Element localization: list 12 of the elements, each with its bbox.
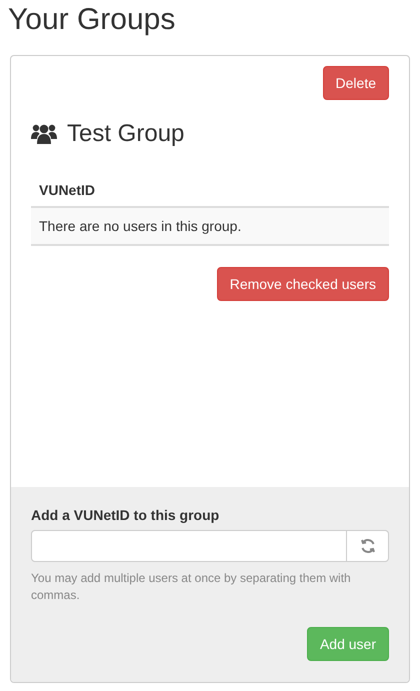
remove-users-button[interactable]: Remove checked users <box>216 267 389 301</box>
refresh-icon <box>360 538 376 554</box>
page-title: Your Groups <box>8 2 176 38</box>
group-name: Test Group <box>67 120 184 148</box>
help-text: You may add multiple users at once by separating them with commas. <box>31 570 352 604</box>
refresh-button[interactable] <box>347 530 389 562</box>
empty-message: There are no users in this group. <box>31 207 389 245</box>
users-icon <box>31 123 57 145</box>
vunetid-input-field[interactable] <box>31 530 347 562</box>
delete-button[interactable]: Delete <box>322 66 389 100</box>
add-user-button[interactable]: Add user <box>306 627 389 661</box>
field-label: Add a VUNetID to this group <box>31 507 220 523</box>
